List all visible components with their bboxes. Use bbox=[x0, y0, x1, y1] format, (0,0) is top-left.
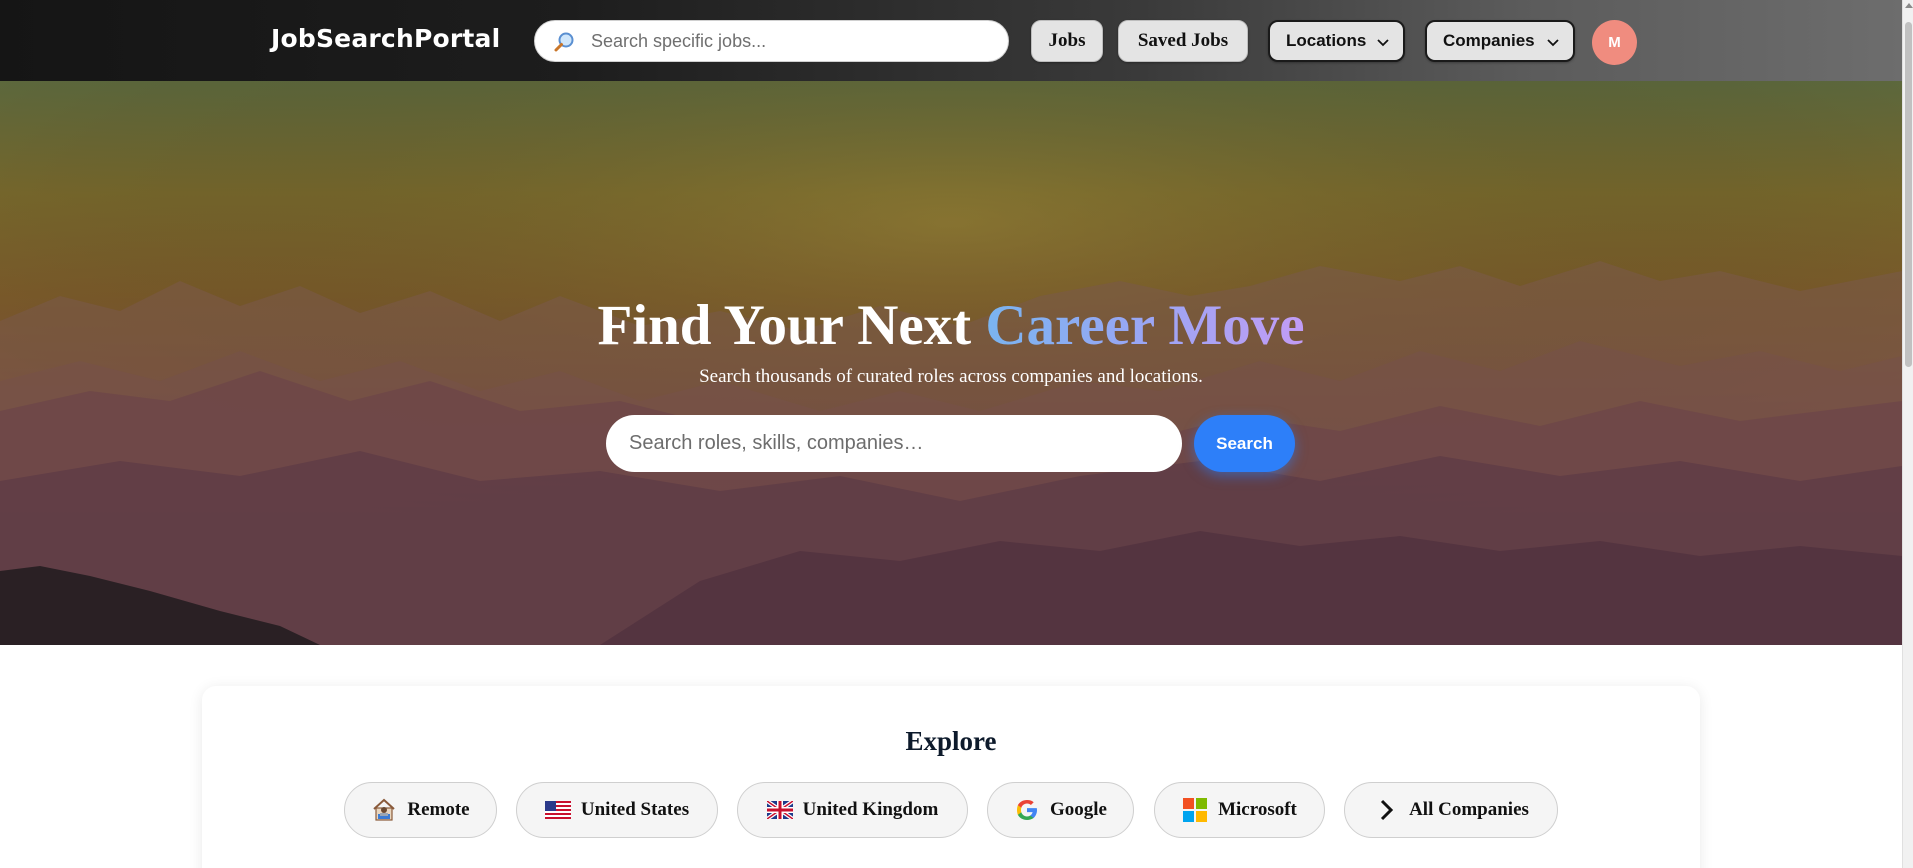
jobs-button[interactable]: Jobs bbox=[1031, 20, 1103, 62]
remote-worker-icon bbox=[371, 797, 397, 823]
header-search-box[interactable] bbox=[534, 20, 1009, 62]
explore-section: Explore Remote United States United King… bbox=[202, 686, 1700, 868]
companies-dropdown-label: Companies bbox=[1443, 31, 1535, 50]
chip-label: Google bbox=[1050, 799, 1107, 820]
vertical-scrollbar[interactable] bbox=[1902, 0, 1913, 868]
page: JobSearchPortal Jobs Saved Jobs Location… bbox=[0, 0, 1913, 868]
magnifier-icon bbox=[553, 31, 575, 53]
chip-google[interactable]: Google bbox=[987, 782, 1134, 838]
scrollbar-thumb[interactable] bbox=[1905, 22, 1912, 367]
locations-dropdown-label: Locations bbox=[1286, 31, 1367, 50]
chip-label: United States bbox=[580, 799, 690, 820]
companies-dropdown[interactable]: Companies bbox=[1425, 20, 1575, 62]
google-logo-icon bbox=[1014, 797, 1040, 823]
hero-search-box[interactable] bbox=[606, 415, 1182, 472]
search-button[interactable]: Search bbox=[1194, 415, 1295, 472]
user-avatar[interactable]: M bbox=[1592, 20, 1637, 65]
hero-title-plain: Find Your Next bbox=[597, 294, 972, 357]
us-flag-icon bbox=[544, 797, 571, 823]
hero-search-input[interactable] bbox=[627, 415, 1157, 472]
chip-label: United Kingdom bbox=[802, 799, 939, 820]
chip-all-companies[interactable]: All Companies bbox=[1344, 782, 1558, 838]
header-search-input[interactable] bbox=[589, 21, 989, 61]
microsoft-logo-icon bbox=[1182, 797, 1208, 823]
chevron-right-icon bbox=[1373, 797, 1399, 823]
chip-remote[interactable]: Remote bbox=[344, 782, 497, 838]
uk-flag-icon bbox=[766, 797, 793, 823]
chip-united-states[interactable]: United States bbox=[516, 782, 718, 838]
chip-united-kingdom[interactable]: United Kingdom bbox=[737, 782, 968, 838]
chevron-down-icon bbox=[1545, 34, 1561, 50]
top-navbar: JobSearchPortal Jobs Saved Jobs Location… bbox=[0, 0, 1902, 81]
site-logo[interactable]: JobSearchPortal bbox=[271, 24, 500, 53]
mountain-background-image bbox=[0, 81, 1902, 645]
chip-label: Microsoft bbox=[1218, 799, 1297, 820]
scroll-up-arrow-icon[interactable] bbox=[1905, 3, 1913, 8]
hero-title: Find Your Next Career Move bbox=[0, 293, 1902, 358]
hero-banner: Find Your Next Career Move Search thousa… bbox=[0, 81, 1902, 645]
locations-dropdown[interactable]: Locations bbox=[1268, 20, 1405, 62]
hero-subtitle: Search thousands of curated roles across… bbox=[699, 366, 1203, 387]
chip-microsoft[interactable]: Microsoft bbox=[1154, 782, 1325, 838]
explore-title: Explore bbox=[905, 726, 997, 756]
chip-label: Remote bbox=[407, 799, 470, 820]
hero-title-accent: Career Move bbox=[985, 294, 1305, 357]
saved-jobs-button[interactable]: Saved Jobs bbox=[1118, 20, 1248, 62]
chip-label: All Companies bbox=[1409, 799, 1529, 820]
chevron-down-icon bbox=[1375, 34, 1391, 50]
